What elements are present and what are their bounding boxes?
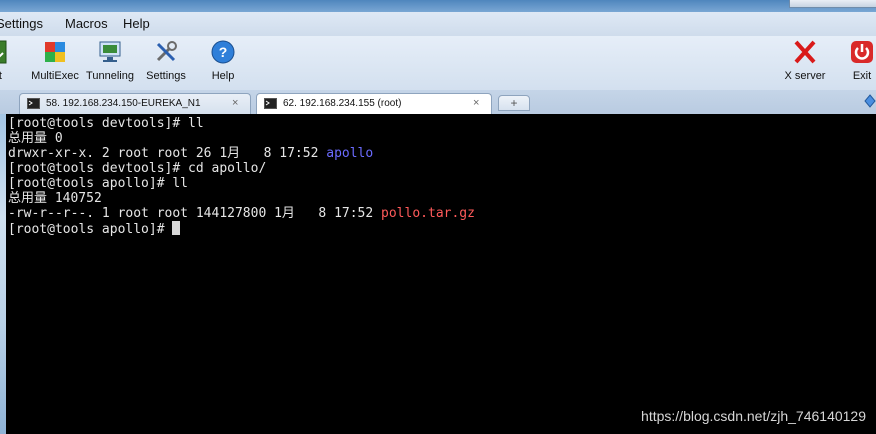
terminal-line: 总用量 0 (8, 131, 63, 146)
multiexec-button[interactable]: MultiExec (25, 38, 85, 88)
terminal-line: [root@tools devtools]# cd apollo/ (8, 161, 267, 176)
title-strip (0, 0, 876, 12)
multiexec-label: MultiExec (31, 70, 79, 82)
settings-diamond-icon[interactable] (864, 94, 876, 108)
settings-button[interactable]: Settings (136, 38, 196, 88)
tunneling-button[interactable]: Tunneling (80, 38, 140, 88)
terminal-screen[interactable]: [root@tools devtools]# ll 总用量 0 drwxr-xr… (6, 114, 876, 434)
tunneling-icon (97, 39, 123, 65)
terminal-prompt-line: [root@tools apollo]# (8, 221, 181, 237)
help-button[interactable]: ? Help (193, 38, 253, 88)
settings-label: Settings (146, 70, 186, 82)
menu-bar: Settings Macros Help (0, 12, 876, 37)
archive-file-name: pollo.tar.gz (381, 206, 475, 221)
exit-label: Exit (852, 70, 872, 82)
tab-title: 62. 192.168.234.155 (root) (283, 98, 402, 109)
plus-icon: + (510, 96, 518, 110)
directory-name: apollo (326, 146, 374, 161)
terminal-line: [root@tools apollo]# ll (8, 176, 189, 191)
new-tab-button[interactable]: + (498, 95, 530, 111)
tab-bar: 58. 192.168.234.150-EUREKA_N1 × 62. 192.… (0, 90, 876, 114)
terminal-line: drwxr-xr-x. 2 root root 26 1月 8 17:52 ap… (8, 146, 374, 161)
tab-close-button[interactable]: × (473, 97, 479, 109)
split-tool-button[interactable]: lit (0, 38, 14, 88)
watermark: https://blog.csdn.net/zjh_746140129 (641, 408, 866, 424)
terminal-line: 总用量 140752 (8, 191, 102, 206)
settings-icon (153, 39, 179, 65)
toolbar: lit MultiExec Tunneling Settings ? Help (0, 36, 876, 91)
tab-session-62[interactable]: 62. 192.168.234.155 (root) × (256, 93, 492, 114)
x-server-button[interactable]: X server (775, 38, 835, 88)
terminal-session-icon (27, 98, 40, 109)
split-tool-label: lit (0, 70, 14, 82)
split-icon (0, 39, 16, 65)
tab-close-button[interactable]: × (232, 97, 238, 109)
power-icon (849, 39, 875, 65)
exit-button[interactable]: Exit (832, 38, 876, 88)
menu-macros[interactable]: Macros (65, 16, 108, 31)
window-controls[interactable] (789, 0, 876, 8)
terminal-session-icon (264, 98, 277, 109)
terminal-line: [root@tools devtools]# ll (8, 116, 204, 131)
terminal-line: -rw-r--r--. 1 root root 144127800 1月 8 1… (8, 206, 475, 221)
multiexec-icon (42, 39, 68, 65)
mobaxterm-window: Settings Macros Help lit MultiExec Tunne… (0, 0, 876, 434)
tunneling-label: Tunneling (86, 70, 134, 82)
help-icon: ? (210, 39, 236, 65)
help-label: Help (211, 70, 235, 82)
x-server-icon (792, 39, 818, 65)
svg-text:?: ? (219, 44, 228, 60)
tab-title: 58. 192.168.234.150-EUREKA_N1 (46, 98, 201, 109)
x-server-label: X server (784, 70, 826, 82)
tab-session-58[interactable]: 58. 192.168.234.150-EUREKA_N1 × (19, 93, 251, 114)
terminal-cursor (172, 221, 181, 235)
menu-help[interactable]: Help (123, 16, 150, 31)
menu-settings[interactable]: Settings (0, 16, 43, 31)
